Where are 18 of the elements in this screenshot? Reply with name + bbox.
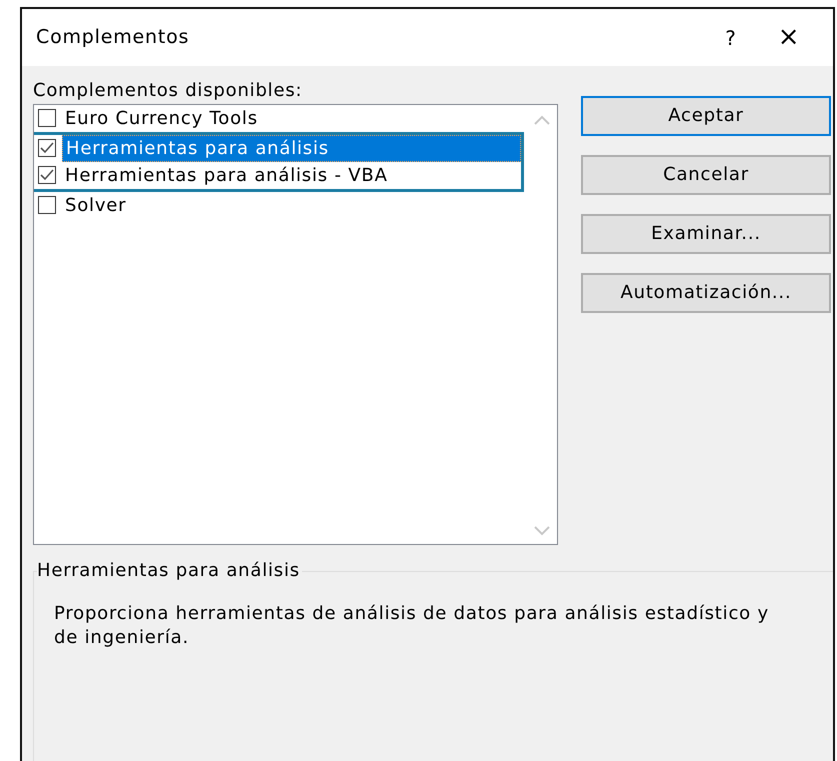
checkbox[interactable] — [38, 196, 56, 214]
checkbox[interactable] — [38, 109, 56, 128]
close-button[interactable]: × — [761, 18, 817, 57]
dialog-button[interactable]: Aceptar — [581, 96, 831, 136]
list-item[interactable]: Herramientas para análisis - VBA — [62, 162, 391, 188]
list-label: Complementos disponibles: — [33, 80, 304, 102]
checkbox[interactable] — [38, 166, 56, 184]
list-item[interactable]: Euro Currency Tools — [62, 106, 261, 131]
list-item[interactable]: Solver — [62, 192, 130, 218]
dialog-button[interactable]: Cancelar — [581, 154, 831, 195]
help-button[interactable]: ? — [701, 22, 761, 52]
checkbox[interactable] — [38, 139, 56, 158]
group-title: Herramientas para análisis — [37, 558, 302, 582]
window-title: Complementos — [36, 25, 190, 50]
dialog-button[interactable]: Examinar... — [581, 214, 831, 254]
dialog-button[interactable]: Automatización... — [581, 272, 831, 313]
description-text: Proporciona herramientas de análisis de datos para análisis estadístico y de ingeniería. — [54, 602, 770, 650]
list-item[interactable]: Herramientas para análisis — [62, 134, 521, 162]
